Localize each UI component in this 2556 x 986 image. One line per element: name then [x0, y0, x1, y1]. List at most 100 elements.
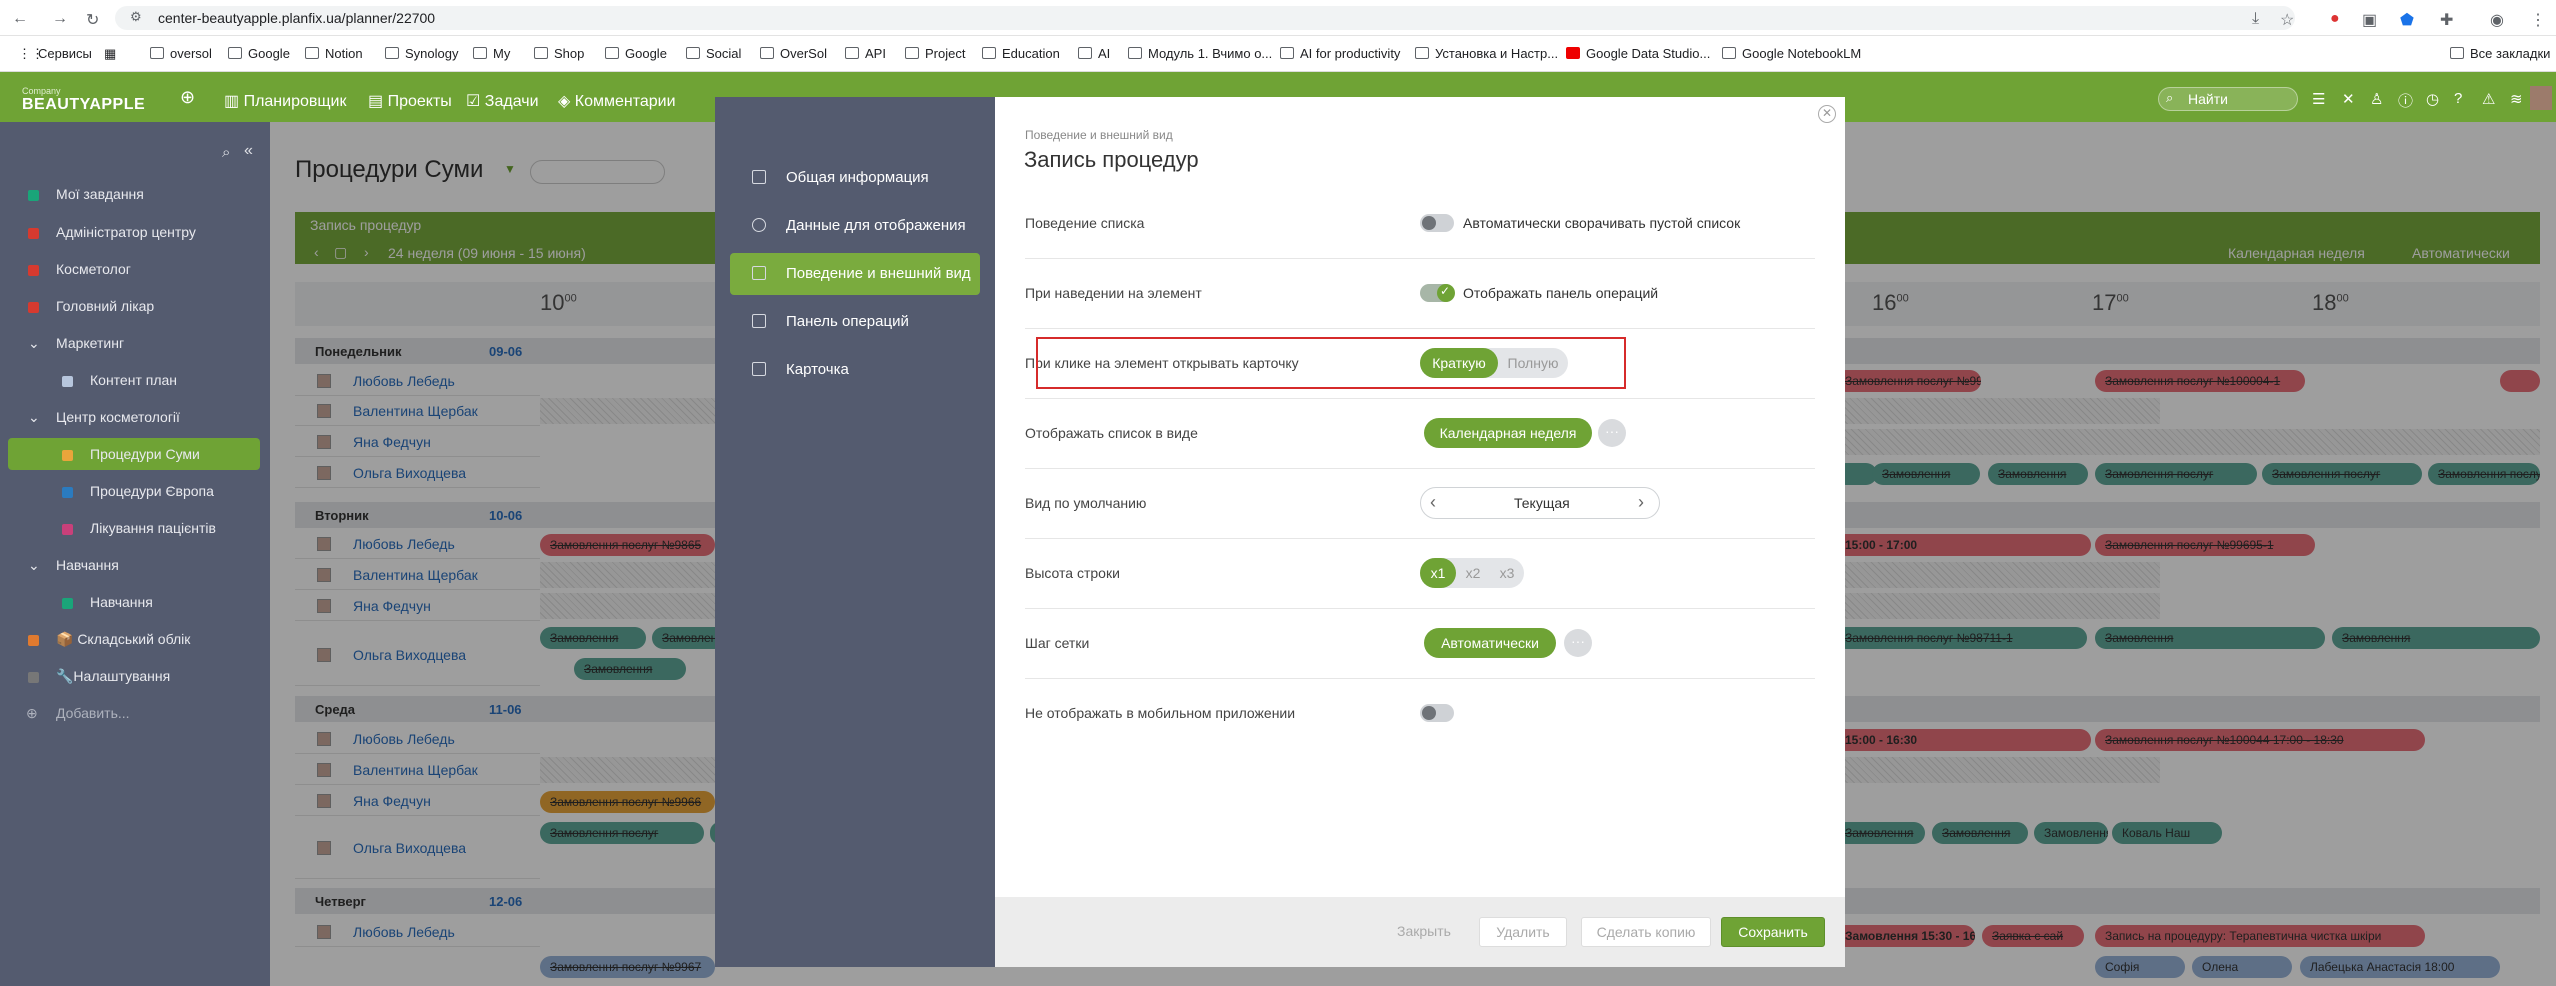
collapse-icon[interactable]: « [244, 142, 253, 160]
info-icon[interactable]: ⓘ [2398, 90, 2413, 111]
card-icon [752, 362, 766, 376]
sidebar-search-icon[interactable]: ⌕ [222, 144, 230, 161]
reload-icon[interactable]: ↻ [86, 10, 99, 30]
alert-icon[interactable]: ⚠ [2482, 90, 2495, 108]
site-info-icon[interactable]: ⚙ [130, 9, 142, 25]
help-icon[interactable]: ? [2454, 90, 2462, 107]
folder-icon [605, 47, 619, 59]
modal-nav-general[interactable]: Общая информация [730, 157, 980, 199]
bookmark-11[interactable]: Project [905, 46, 965, 61]
bookmark-16[interactable]: Установка и Настр... [1415, 46, 1558, 61]
modal-nav-operations[interactable]: Панель операций [730, 301, 980, 343]
add-icon: ⊕ [26, 705, 38, 721]
sidebar-item-cosmetologist[interactable]: Косметолог [0, 253, 270, 285]
sidebar-item-training-sub[interactable]: Навчання [0, 586, 270, 618]
check-icon: ✓ [1440, 284, 1451, 298]
search-icon: ⌕ [2166, 90, 2174, 105]
more-options-icon[interactable]: ··· [1598, 419, 1626, 447]
nav-projects[interactable]: ▤ Проекты [368, 91, 452, 111]
bookmark-15[interactable]: AI for productivity [1280, 46, 1400, 61]
row-height-x2[interactable]: x2 [1456, 558, 1490, 588]
company-logo[interactable]: BEAUTYAPPLE [22, 96, 145, 114]
bookmark-5[interactable]: My [473, 46, 510, 61]
sidebar-item-patients[interactable]: Лікування пацієнтів [0, 512, 270, 544]
bookmark-2[interactable]: Google [228, 46, 290, 61]
bookmark-13[interactable]: AI [1078, 46, 1110, 61]
sidebar-item-admin[interactable]: Адміністратор центру [0, 216, 270, 248]
nav-tasks[interactable]: ☑ Задачи [466, 91, 539, 111]
sidebar-item-content[interactable]: Контент план [0, 364, 270, 396]
address-bar[interactable] [115, 6, 2295, 30]
list-icon[interactable]: ☰ [2312, 90, 2325, 108]
nav-comments[interactable]: ◈ Комментарии [558, 91, 676, 111]
close-icon[interactable]: ✕ [1818, 105, 1836, 123]
forward-icon[interactable]: → [52, 10, 68, 28]
notion-icon [305, 47, 319, 59]
modal-nav-display-data[interactable]: Данные для отображения [730, 205, 980, 247]
delete-button[interactable]: Удалить [1479, 917, 1567, 947]
copy-button[interactable]: Сделать копию [1581, 917, 1711, 947]
user-avatar[interactable] [2530, 86, 2552, 110]
grid-icon[interactable]: ▦ [104, 46, 116, 62]
adblock-icon[interactable]: ● [2330, 10, 2340, 28]
extension-icon[interactable]: ▣ [2362, 10, 2377, 30]
back-icon[interactable]: ← [12, 10, 28, 28]
bookmark-6[interactable]: Shop [534, 46, 584, 61]
sidebar-item-my-tasks[interactable]: Мої завдання [0, 178, 270, 210]
chevron-left-icon[interactable]: ‹ [1430, 492, 1436, 513]
bookmark-4[interactable]: Synology [385, 46, 458, 61]
bookmark-14[interactable]: Модуль 1. Вчимо о... [1128, 46, 1272, 61]
folder-icon [228, 47, 242, 59]
bookmark-3[interactable]: Notion [305, 46, 363, 61]
all-bookmarks[interactable]: Все закладки [2450, 46, 2550, 61]
list-view-button[interactable]: Календарная неделя [1424, 418, 1592, 448]
modal-nav-behavior[interactable]: Поведение и внешний вид [730, 253, 980, 295]
collapse-empty-toggle[interactable] [1420, 214, 1454, 232]
row-height-x1[interactable]: x1 [1420, 558, 1456, 588]
company-label: Company [22, 86, 61, 96]
bookmark-0[interactable]: ⋮⋮Сервисы [18, 46, 92, 62]
nav-planner[interactable]: ▥ Планировщик [224, 91, 346, 111]
chevron-down-icon: ⌄ [28, 409, 40, 425]
youtube-icon [1566, 47, 1580, 59]
avatar-icon[interactable]: ◉ [2490, 10, 2504, 30]
bookmark-1[interactable]: oversol [150, 46, 212, 61]
grid-step-button[interactable]: Автоматически [1424, 628, 1556, 658]
sidebar-item-marketing[interactable]: ⌄ Маркетинг [0, 327, 270, 359]
modal-title: Запись процедур [1024, 147, 1199, 172]
row-height-x3[interactable]: x3 [1490, 558, 1524, 588]
bookmark-9[interactable]: OverSol [760, 46, 827, 61]
notebook-icon [1722, 47, 1736, 59]
puzzle-icon[interactable]: ✚ [2440, 10, 2453, 30]
sidebar-item-center[interactable]: ⌄ Центр косметології [0, 401, 270, 433]
bookmark-star-icon[interactable]: ☆ [2280, 10, 2294, 30]
sidebar-item-europe[interactable]: Процедури Європа [0, 475, 270, 507]
search-input[interactable] [2158, 87, 2298, 111]
bookmark-18[interactable]: Google NotebookLM [1722, 46, 1861, 61]
shield-icon[interactable]: ⬟ [2400, 10, 2414, 30]
sidebar-item-sumy[interactable]: Процедури Суми [8, 438, 260, 470]
layers-icon[interactable]: ≋ [2510, 90, 2523, 108]
install-icon[interactable]: ⤓ [2252, 10, 2259, 28]
add-icon[interactable]: ⊕ [180, 87, 195, 108]
tools-icon[interactable]: ✕ [2342, 90, 2355, 108]
bookmark-10[interactable]: API [845, 46, 886, 61]
sidebar-item-chief[interactable]: Головний лікар [0, 290, 270, 322]
bookmark-12[interactable]: Education [982, 46, 1060, 61]
bookmark-8[interactable]: Social [686, 46, 741, 61]
bookmark-17[interactable]: Google Data Studio... [1566, 46, 1710, 61]
time-icon[interactable]: ◷ [2426, 90, 2439, 108]
sidebar-item-warehouse[interactable]: 📦 Складський облік [0, 623, 270, 655]
modal-nav-card[interactable]: Карточка [730, 349, 980, 391]
close-button[interactable]: Закрыть [1384, 917, 1464, 947]
sidebar-item-training[interactable]: ⌄ Навчання [0, 549, 270, 581]
save-button[interactable]: Сохранить [1721, 917, 1825, 947]
menu-dots-icon[interactable]: ⋮ [2530, 10, 2546, 30]
sidebar-item-add[interactable]: ⊕ Добавить... [0, 697, 270, 729]
user-icon[interactable]: ♙ [2370, 90, 2383, 108]
more-options-icon[interactable]: ··· [1564, 629, 1592, 657]
bookmark-7[interactable]: Google [605, 46, 667, 61]
chevron-right-icon[interactable]: › [1638, 492, 1644, 513]
hide-mobile-toggle[interactable] [1420, 704, 1454, 722]
sidebar-item-settings[interactable]: 🔧Налаштування [0, 660, 270, 692]
